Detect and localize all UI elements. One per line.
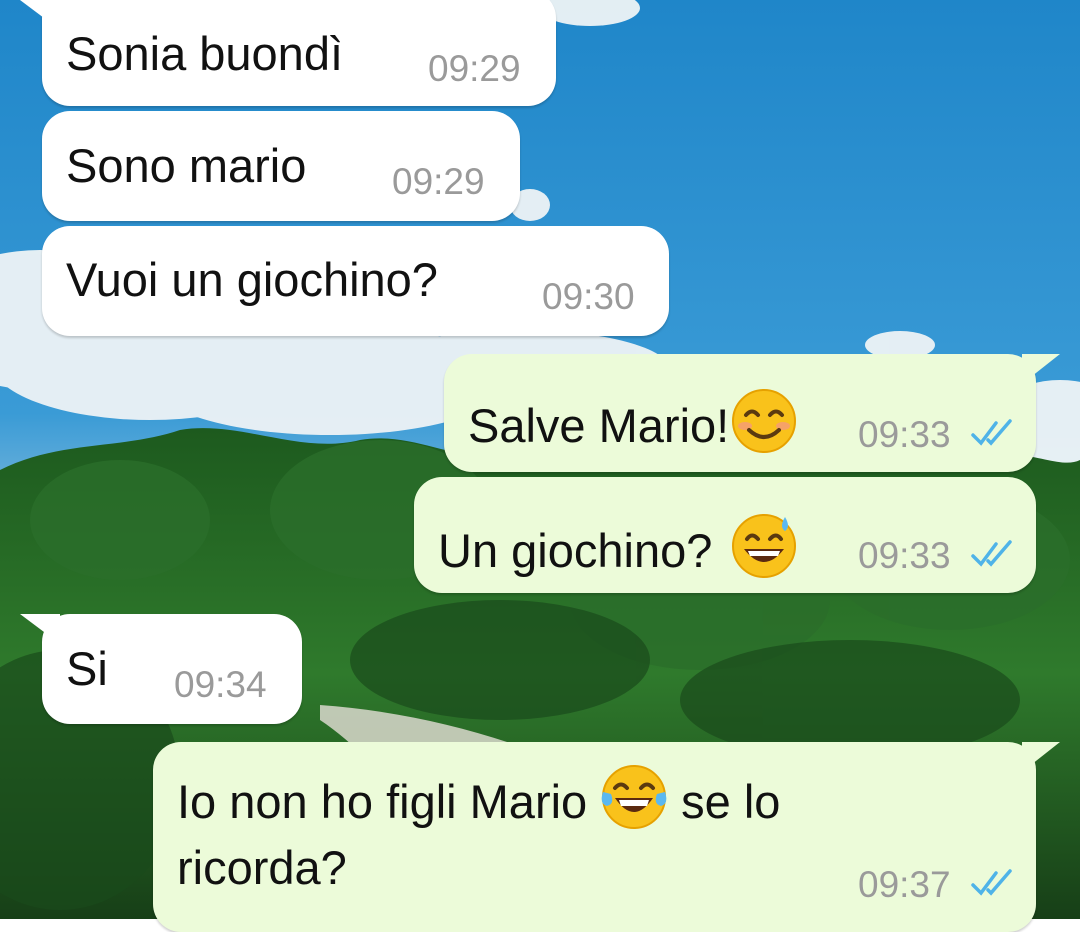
grinning-sweat-emoji-icon (732, 514, 797, 578)
message-bubble-incoming[interactable]: Vuoi un giochino? 09:30 (42, 226, 669, 336)
double-check-read-icon (971, 419, 1012, 446)
message-bubble-outgoing[interactable]: Un giochino? 09:33 (414, 477, 1036, 593)
double-check-read-icon (971, 869, 1012, 896)
message-timestamp: 09:29 (392, 161, 485, 202)
message-timestamp: 09:29 (428, 48, 521, 89)
message-bubble-incoming[interactable]: Sono mario 09:29 (42, 111, 520, 221)
bubble-tail-incoming (20, 614, 60, 644)
message-text: Un giochino? (438, 513, 803, 579)
message-text-part: Io non ho figli Mario (177, 775, 588, 828)
double-check-read-icon (971, 540, 1012, 567)
tears-of-joy-emoji-icon (601, 765, 667, 829)
message-text-part: ricorda? (177, 841, 347, 894)
message-timestamp: 09:33 (858, 535, 951, 576)
message-bubble-outgoing[interactable]: Io non ho figli Mario se lo ricorda? 09:… (153, 742, 1036, 932)
message-timestamp: 09:34 (174, 664, 267, 705)
message-text: Io non ho figli Mario se lo ricorda? (177, 764, 780, 901)
message-timestamp: 09:37 (858, 864, 951, 905)
message-text-part: se lo (681, 775, 781, 828)
message-bubble-incoming[interactable]: Si 09:34 (42, 614, 302, 724)
message-bubble-incoming[interactable]: Sonia buondì 09:29 (42, 0, 556, 106)
message-timestamp: 09:33 (858, 414, 951, 455)
message-text: Vuoi un giochino? (66, 253, 438, 306)
bubble-tail-outgoing (1022, 354, 1060, 384)
message-text: Si (66, 642, 108, 695)
smiling-face-emoji-icon (732, 389, 797, 453)
message-timestamp: 09:30 (542, 276, 635, 317)
message-text-part: Un giochino? (438, 524, 726, 577)
message-text: Sono mario (66, 139, 307, 192)
message-bubble-outgoing[interactable]: Salve Mario! 09:33 (444, 354, 1036, 472)
message-text-part: Salve Mario! (468, 399, 730, 452)
message-text: Sonia buondì (66, 27, 344, 80)
bubble-tail-outgoing (1022, 742, 1060, 772)
message-text: Salve Mario! (468, 388, 803, 454)
bubble-tail-incoming (20, 0, 60, 30)
